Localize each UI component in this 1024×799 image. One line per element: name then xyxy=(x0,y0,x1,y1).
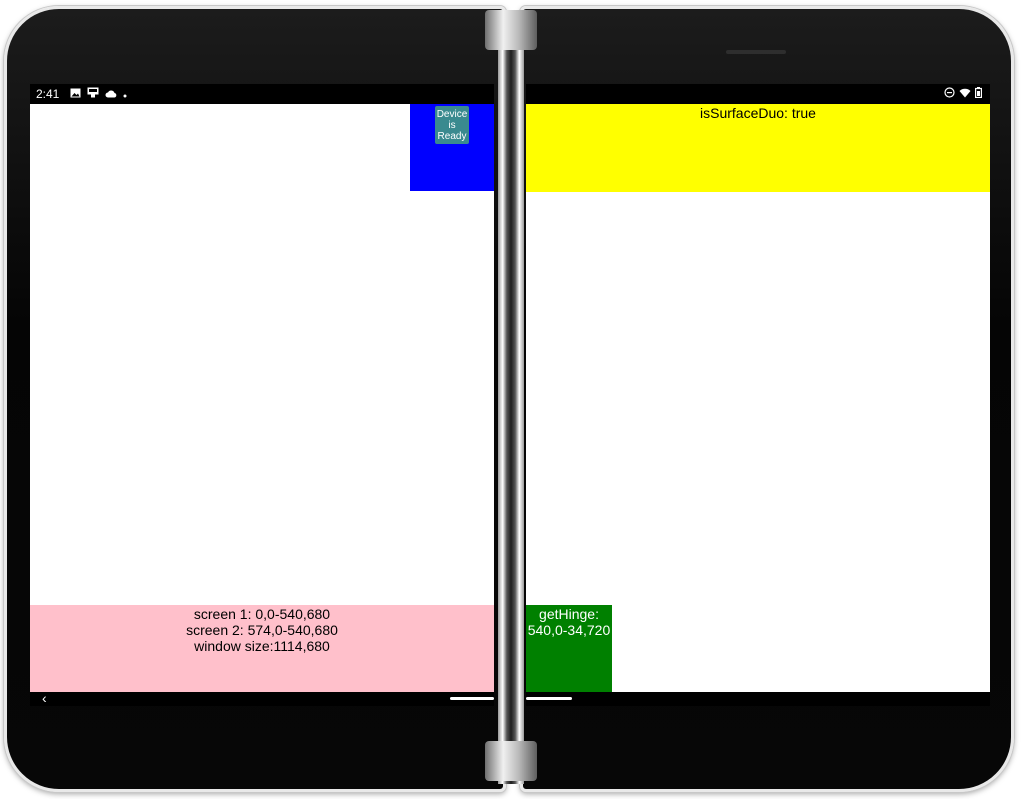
status-bar-right xyxy=(526,84,990,104)
hinge-cap-bottom xyxy=(485,741,537,781)
back-chevron-icon[interactable]: ‹ xyxy=(42,690,47,706)
window-size-text: window size:1114,680 xyxy=(194,638,330,654)
status-icons-right xyxy=(944,87,983,102)
wifi-icon xyxy=(959,88,971,102)
cloud-icon xyxy=(105,88,117,102)
gesture-handle-left[interactable] xyxy=(450,697,494,700)
screen-info-panel: screen 1: 0,0-540,680 screen 2: 574,0-54… xyxy=(30,605,494,692)
navigation-bar-right xyxy=(526,692,990,706)
is-surface-duo-text: isSurfaceDuo: true xyxy=(700,105,816,121)
navigation-bar-left: ‹ xyxy=(30,690,494,706)
get-hinge-value: 540,0-34,720 xyxy=(527,622,611,638)
screen-2-text: screen 2: 574,0-540,680 xyxy=(186,622,338,638)
status-bar-left: 2:41 xyxy=(30,84,494,104)
get-hinge-label: getHinge: xyxy=(539,606,599,622)
status-time: 2:41 xyxy=(36,87,60,101)
speaker-grill xyxy=(726,50,786,54)
status-icons-left xyxy=(70,87,127,102)
gesture-handle-right[interactable] xyxy=(526,697,572,700)
surface-duo-panel: isSurfaceDuo: true xyxy=(526,104,990,192)
hinge-cap-top xyxy=(485,10,537,50)
screen-1-text: screen 1: 0,0-540,680 xyxy=(193,606,331,622)
right-screen: isSurfaceDuo: true getHinge: 540,0-34,72… xyxy=(526,84,990,692)
cast-icon xyxy=(87,87,99,102)
dot-icon xyxy=(123,88,127,102)
do-not-disturb-icon xyxy=(944,87,955,102)
device-hinge xyxy=(498,14,524,784)
device-ready-label: Device is Ready xyxy=(436,108,468,142)
blue-box: Device is Ready xyxy=(410,104,494,191)
battery-icon xyxy=(975,87,983,102)
image-icon xyxy=(70,88,81,102)
device-ready-button[interactable]: Device is Ready xyxy=(435,106,469,144)
hinge-info-panel: getHinge: 540,0-34,720 xyxy=(526,605,612,692)
left-screen: 2:41 Device is Ready screen 1: 0,0-540,6… xyxy=(30,84,494,692)
